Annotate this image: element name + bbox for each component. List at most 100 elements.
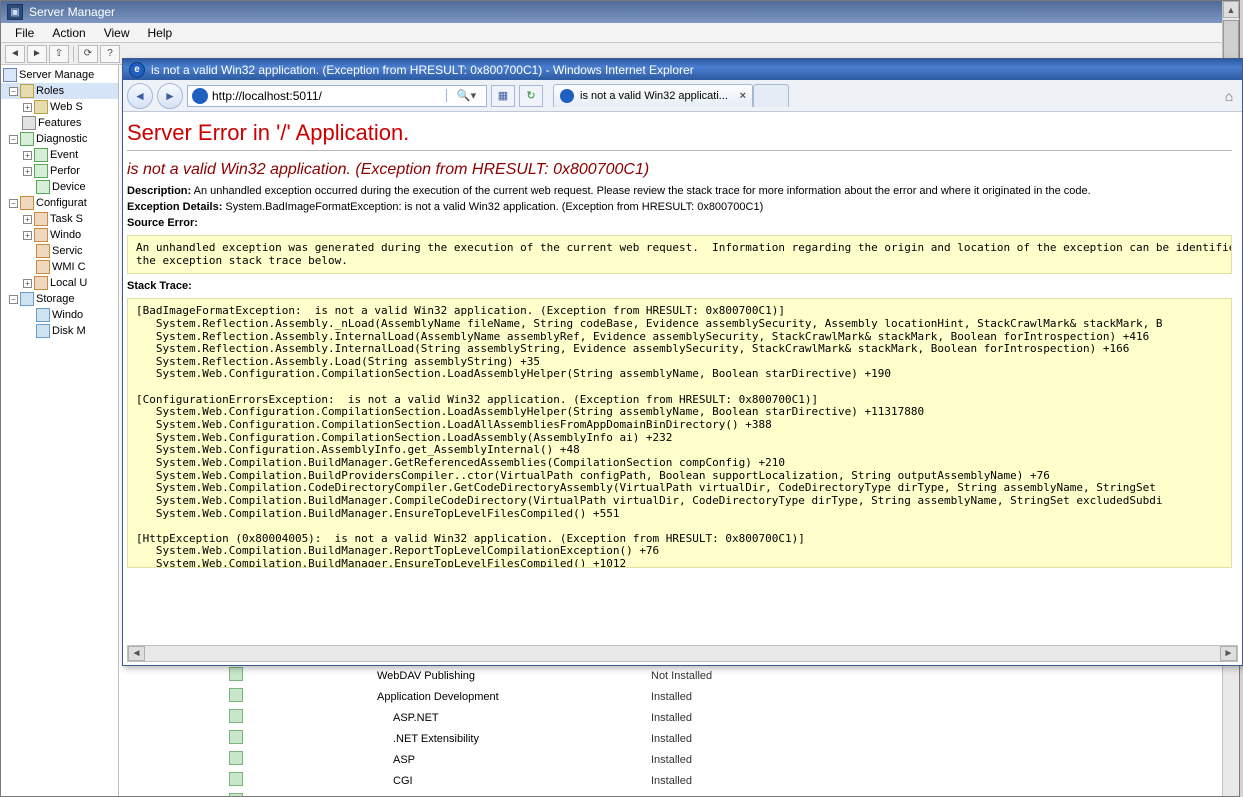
storage-icon bbox=[20, 292, 34, 306]
collapse-icon[interactable]: − bbox=[9, 295, 18, 304]
sm-title: Server Manager bbox=[29, 5, 115, 19]
help-button[interactable]: ? bbox=[100, 45, 120, 63]
tree-event[interactable]: +Event bbox=[1, 147, 118, 163]
disk-icon bbox=[36, 324, 50, 338]
feature-name: ASP bbox=[247, 749, 647, 770]
collapse-icon[interactable]: − bbox=[9, 87, 18, 96]
menu-help[interactable]: Help bbox=[140, 24, 181, 42]
tree-root[interactable]: Server Manage bbox=[1, 67, 118, 83]
tree-services[interactable]: Servic bbox=[1, 243, 118, 259]
feature-name: Application Development bbox=[247, 686, 647, 707]
ie-command-icons: ⌂ bbox=[1220, 87, 1238, 105]
collapse-icon[interactable]: − bbox=[9, 199, 18, 208]
tree-local-users[interactable]: +Local U bbox=[1, 275, 118, 291]
nav-back-button[interactable]: ◄ bbox=[5, 45, 25, 63]
feature-table: WebDAV PublishingNot InstalledApplicatio… bbox=[119, 665, 1239, 796]
nav-fwd-button[interactable]: ► bbox=[27, 45, 47, 63]
ie-new-tab-button[interactable] bbox=[753, 84, 789, 107]
sm-menubar: File Action View Help bbox=[1, 23, 1239, 43]
device-icon bbox=[36, 180, 50, 194]
feature-row[interactable]: WebDAV PublishingNot Installed bbox=[119, 665, 1239, 686]
ie-title: is not a valid Win32 application. (Excep… bbox=[151, 63, 694, 77]
address-bar[interactable]: 🔍▾ bbox=[187, 85, 487, 107]
tree-features[interactable]: Features bbox=[1, 115, 118, 131]
feature-status: Installed bbox=[647, 749, 1239, 770]
scroll-track[interactable] bbox=[145, 646, 1220, 661]
feature-list: WebDAV PublishingNot InstalledApplicatio… bbox=[119, 665, 1239, 796]
ie-icon: e bbox=[129, 62, 145, 78]
feature-row[interactable]: ASP.NETInstalled bbox=[119, 707, 1239, 728]
feature-row[interactable]: ISAPI ExtensionsInstalled bbox=[119, 791, 1239, 796]
tree-device[interactable]: Device bbox=[1, 179, 118, 195]
search-button[interactable]: 🔍▾ bbox=[446, 89, 486, 102]
tree-task[interactable]: +Task S bbox=[1, 211, 118, 227]
tree-performance[interactable]: +Perfor bbox=[1, 163, 118, 179]
scroll-left-arrow[interactable]: ◄ bbox=[128, 646, 145, 661]
ie-window: e is not a valid Win32 application. (Exc… bbox=[122, 58, 1243, 666]
menu-view[interactable]: View bbox=[96, 24, 138, 42]
feature-status: Installed bbox=[647, 728, 1239, 749]
ie-tab-active[interactable]: is not a valid Win32 applicati... × bbox=[553, 84, 753, 107]
ie-forward-button[interactable]: ► bbox=[157, 83, 183, 109]
feature-row[interactable]: .NET ExtensibilityInstalled bbox=[119, 728, 1239, 749]
status-icon bbox=[229, 688, 243, 702]
feature-status: Not Installed bbox=[647, 665, 1239, 686]
scroll-right-arrow[interactable]: ► bbox=[1220, 646, 1237, 661]
expand-icon[interactable]: + bbox=[23, 167, 32, 176]
tree-windows-backup[interactable]: Windo bbox=[1, 307, 118, 323]
tab-close-button[interactable]: × bbox=[740, 90, 746, 102]
address-input[interactable] bbox=[212, 89, 446, 103]
tree-diagnostics[interactable]: −Diagnostic bbox=[1, 131, 118, 147]
toolbar-sep bbox=[73, 46, 74, 62]
feature-name: WebDAV Publishing bbox=[247, 665, 647, 686]
expand-icon[interactable]: + bbox=[23, 279, 32, 288]
event-icon bbox=[34, 148, 48, 162]
tree-config[interactable]: −Configurat bbox=[1, 195, 118, 211]
up-button[interactable]: ⇧ bbox=[49, 45, 69, 63]
collapse-icon[interactable]: − bbox=[9, 135, 18, 144]
tree-storage[interactable]: −Storage bbox=[1, 291, 118, 307]
perf-icon bbox=[34, 164, 48, 178]
fw-icon bbox=[34, 228, 48, 242]
home-icon[interactable]: ⌂ bbox=[1220, 87, 1238, 105]
refresh-button[interactable]: ⟳ bbox=[78, 45, 98, 63]
source-error-label: Source Error: bbox=[127, 217, 1232, 229]
diag-icon bbox=[20, 132, 34, 146]
ie-back-button[interactable]: ◄ bbox=[127, 83, 153, 109]
ie-titlebar[interactable]: e is not a valid Win32 application. (Exc… bbox=[123, 59, 1242, 80]
sm-tree[interactable]: Server Manage −Roles +Web S Features −Di… bbox=[1, 65, 119, 796]
refresh-button[interactable]: ↻ bbox=[519, 85, 543, 107]
svc-icon bbox=[36, 244, 50, 258]
web-icon bbox=[34, 100, 48, 114]
menu-file[interactable]: File bbox=[7, 24, 42, 42]
status-icon bbox=[229, 709, 243, 723]
users-icon bbox=[34, 276, 48, 290]
expand-icon[interactable]: + bbox=[23, 215, 32, 224]
tree-wmi[interactable]: WMI C bbox=[1, 259, 118, 275]
divider bbox=[127, 150, 1232, 151]
tree-roles[interactable]: −Roles bbox=[1, 83, 118, 99]
tree-disk-mgmt[interactable]: Disk M bbox=[1, 323, 118, 339]
tree-webserver[interactable]: +Web S bbox=[1, 99, 118, 115]
feature-name: ASP.NET bbox=[247, 707, 647, 728]
feature-row[interactable]: CGIInstalled bbox=[119, 770, 1239, 791]
ysod-exception-details: Exception Details: System.BadImageFormat… bbox=[127, 201, 1232, 213]
ysod-page: Server Error in '/' Application. is not … bbox=[123, 112, 1242, 568]
feature-row[interactable]: Application DevelopmentInstalled bbox=[119, 686, 1239, 707]
roles-icon bbox=[20, 84, 34, 98]
compat-view-button[interactable]: ▦ bbox=[491, 85, 515, 107]
stack-trace-label: Stack Trace: bbox=[127, 280, 1232, 292]
expand-icon[interactable]: + bbox=[23, 231, 32, 240]
expand-icon[interactable]: + bbox=[23, 103, 32, 112]
ie-content: Server Error in '/' Application. is not … bbox=[123, 112, 1242, 665]
ysod-subheading: is not a valid Win32 application. (Excep… bbox=[127, 161, 1232, 179]
sm-titlebar[interactable]: ▣ Server Manager bbox=[1, 1, 1239, 23]
horizontal-scrollbar[interactable]: ◄ ► bbox=[127, 645, 1238, 662]
feature-row[interactable]: ASPInstalled bbox=[119, 749, 1239, 770]
status-icon bbox=[229, 793, 243, 796]
menu-action[interactable]: Action bbox=[44, 24, 93, 42]
expand-icon[interactable]: + bbox=[23, 151, 32, 160]
tree-windows-fw[interactable]: +Windo bbox=[1, 227, 118, 243]
scroll-up-arrow[interactable]: ▲ bbox=[1223, 1, 1239, 18]
server-manager-icon: ▣ bbox=[7, 4, 23, 20]
